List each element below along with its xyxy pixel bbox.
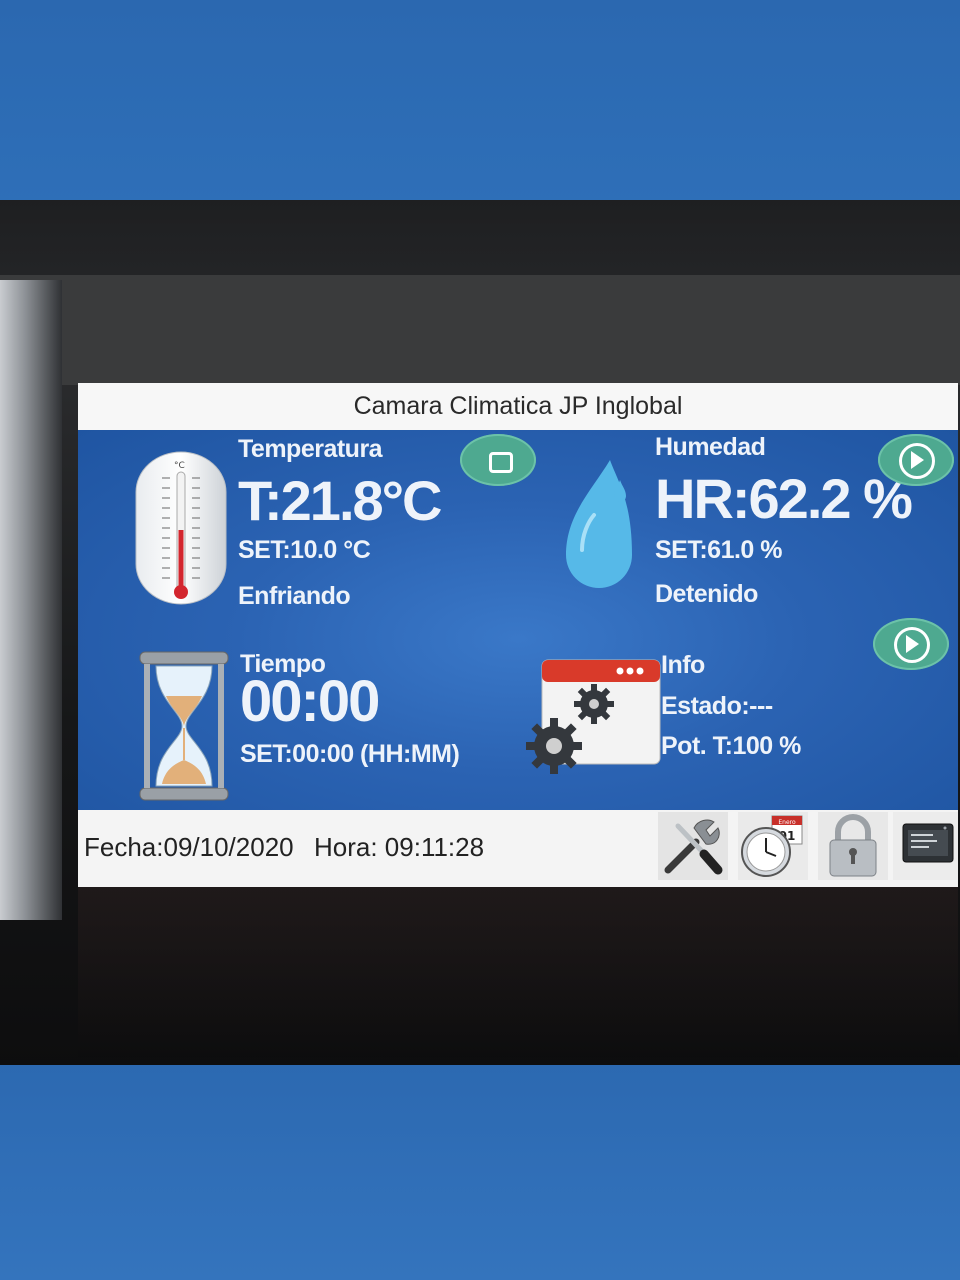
time-setpoint: SET:00:00 (HH:MM) <box>240 740 460 768</box>
play-icon <box>906 635 919 653</box>
humidity-label: Humedad <box>655 433 766 461</box>
window-title: Camara Climatica JP Inglobal <box>353 392 683 420</box>
info-play-button[interactable] <box>873 618 949 670</box>
bezel-side-reflection <box>0 280 62 920</box>
thermo-scale-label: °C <box>174 461 185 471</box>
humidity-value: HR:62.2 % <box>655 467 913 530</box>
status-bar: Fecha:09/10/2020 Hora: 09:11:28 Enero 01 <box>78 810 958 887</box>
humidity-status: Detenido <box>655 580 758 608</box>
info-potencia: Pot. T:100 % <box>661 732 801 760</box>
padlock-icon[interactable] <box>818 812 888 880</box>
humidity-play-button[interactable] <box>878 434 954 486</box>
info-label: Info <box>661 651 705 679</box>
hourglass-icon <box>139 651 229 801</box>
wall-background-top <box>0 0 960 205</box>
info-estado: Estado:--- <box>661 692 773 720</box>
wall-background-bottom <box>0 1065 960 1280</box>
temperature-label: Temperatura <box>238 435 383 463</box>
calendar-month-label: Enero <box>778 819 796 826</box>
play-icon <box>911 451 924 469</box>
date-display: Fecha:09/10/2020 <box>84 832 294 862</box>
bezel-inner-frame <box>0 275 960 385</box>
time-value: 00:00 <box>240 669 380 734</box>
monitor-icon[interactable] <box>893 812 958 880</box>
water-drop-icon <box>566 460 632 588</box>
title-bar: Camara Climatica JP Inglobal <box>78 383 958 430</box>
info-settings-window-icon <box>526 659 661 774</box>
time-display: Hora: 09:11:28 <box>314 832 485 862</box>
wrench-screwdriver-icon[interactable] <box>658 812 728 880</box>
humidity-setpoint: SET:61.0 % <box>655 536 783 564</box>
temperature-status: Enfriando <box>238 582 351 610</box>
hmi-screen: Camara Climatica JP Inglobal °C Temperat… <box>78 383 958 887</box>
clock-calendar-icon[interactable]: Enero 01 <box>738 812 808 880</box>
stop-icon <box>489 452 513 473</box>
bezel-reflection <box>78 887 958 1057</box>
temperature-value: T:21.8°C <box>238 469 442 532</box>
main-panel: °C Temperatura T:21.8°C SET:10.0 °C Enfr… <box>78 430 958 810</box>
temperature-setpoint: SET:10.0 °C <box>238 536 371 564</box>
temperature-stop-button[interactable] <box>460 434 536 486</box>
thermometer-icon: °C <box>135 451 227 605</box>
